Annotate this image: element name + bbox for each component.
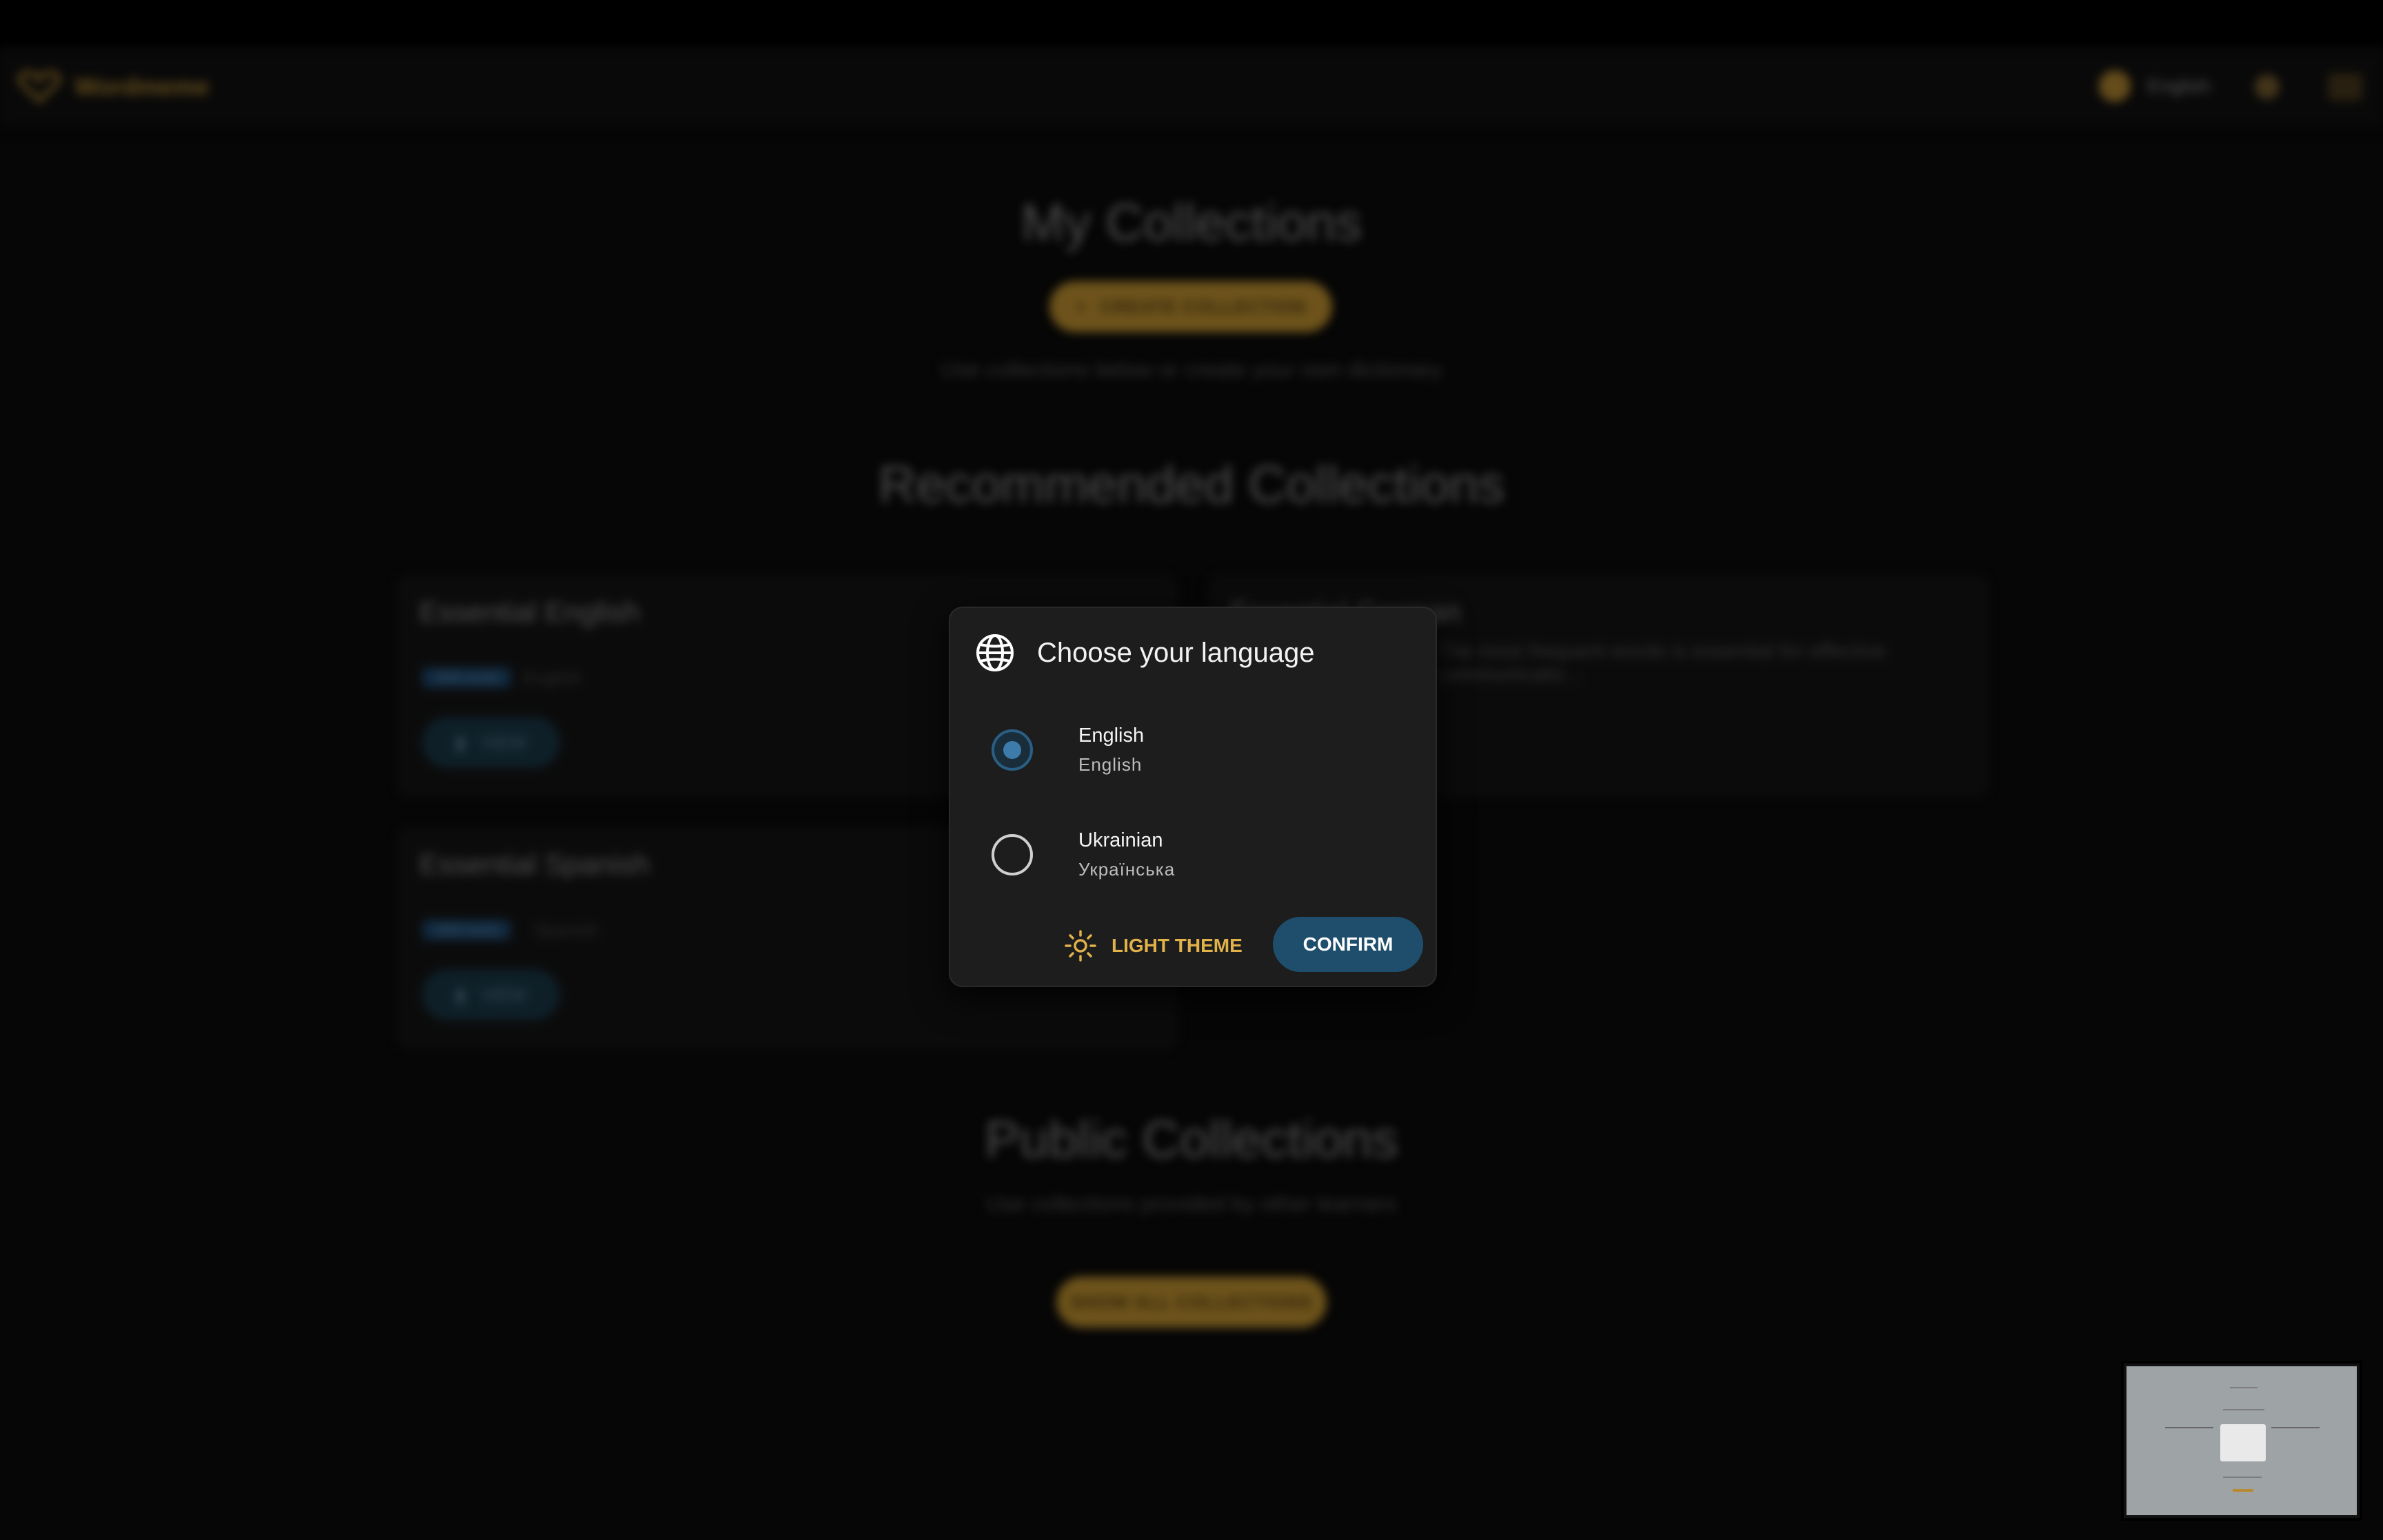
page-minimap[interactable] xyxy=(2121,1361,2362,1521)
browser-top-bar xyxy=(0,0,2383,50)
radio-english-selected[interactable] xyxy=(992,729,1033,771)
minimap-card xyxy=(2271,1427,2320,1428)
minimap-button xyxy=(2233,1489,2253,1492)
radio-ukrainian[interactable] xyxy=(992,834,1033,875)
light-theme-button[interactable]: LIGHT THEME xyxy=(1065,921,1243,971)
minimap-line xyxy=(2223,1477,2262,1478)
minimap-line xyxy=(2223,1409,2264,1410)
option-text: Ukrainian Українська xyxy=(1078,829,1175,880)
option-label: Ukrainian xyxy=(1078,829,1163,851)
option-native-label: Українська xyxy=(1078,859,1176,880)
dialog-actions: LIGHT THEME CONFIRM xyxy=(950,917,1436,975)
language-option-english-row[interactable]: English English xyxy=(950,702,1436,798)
sun-icon xyxy=(1065,930,1096,962)
light-theme-label: LIGHT THEME xyxy=(1112,935,1243,956)
option-spacer xyxy=(950,619,1436,716)
minimap-card xyxy=(2165,1427,2213,1428)
option-native-label: English xyxy=(1078,754,1143,775)
confirm-button[interactable]: CONFIRM xyxy=(1273,917,1423,972)
minimap-line xyxy=(2230,1387,2258,1388)
language-dialog: Choose your language English English Ukr… xyxy=(949,607,1437,987)
minimap-dialog xyxy=(2220,1424,2266,1461)
language-option-ukrainian-row[interactable]: Ukrainian Українська xyxy=(950,807,1436,903)
option-text: English English xyxy=(1078,725,1144,776)
option-label: English xyxy=(1078,725,1145,747)
minimap-preview xyxy=(2126,1366,2357,1515)
